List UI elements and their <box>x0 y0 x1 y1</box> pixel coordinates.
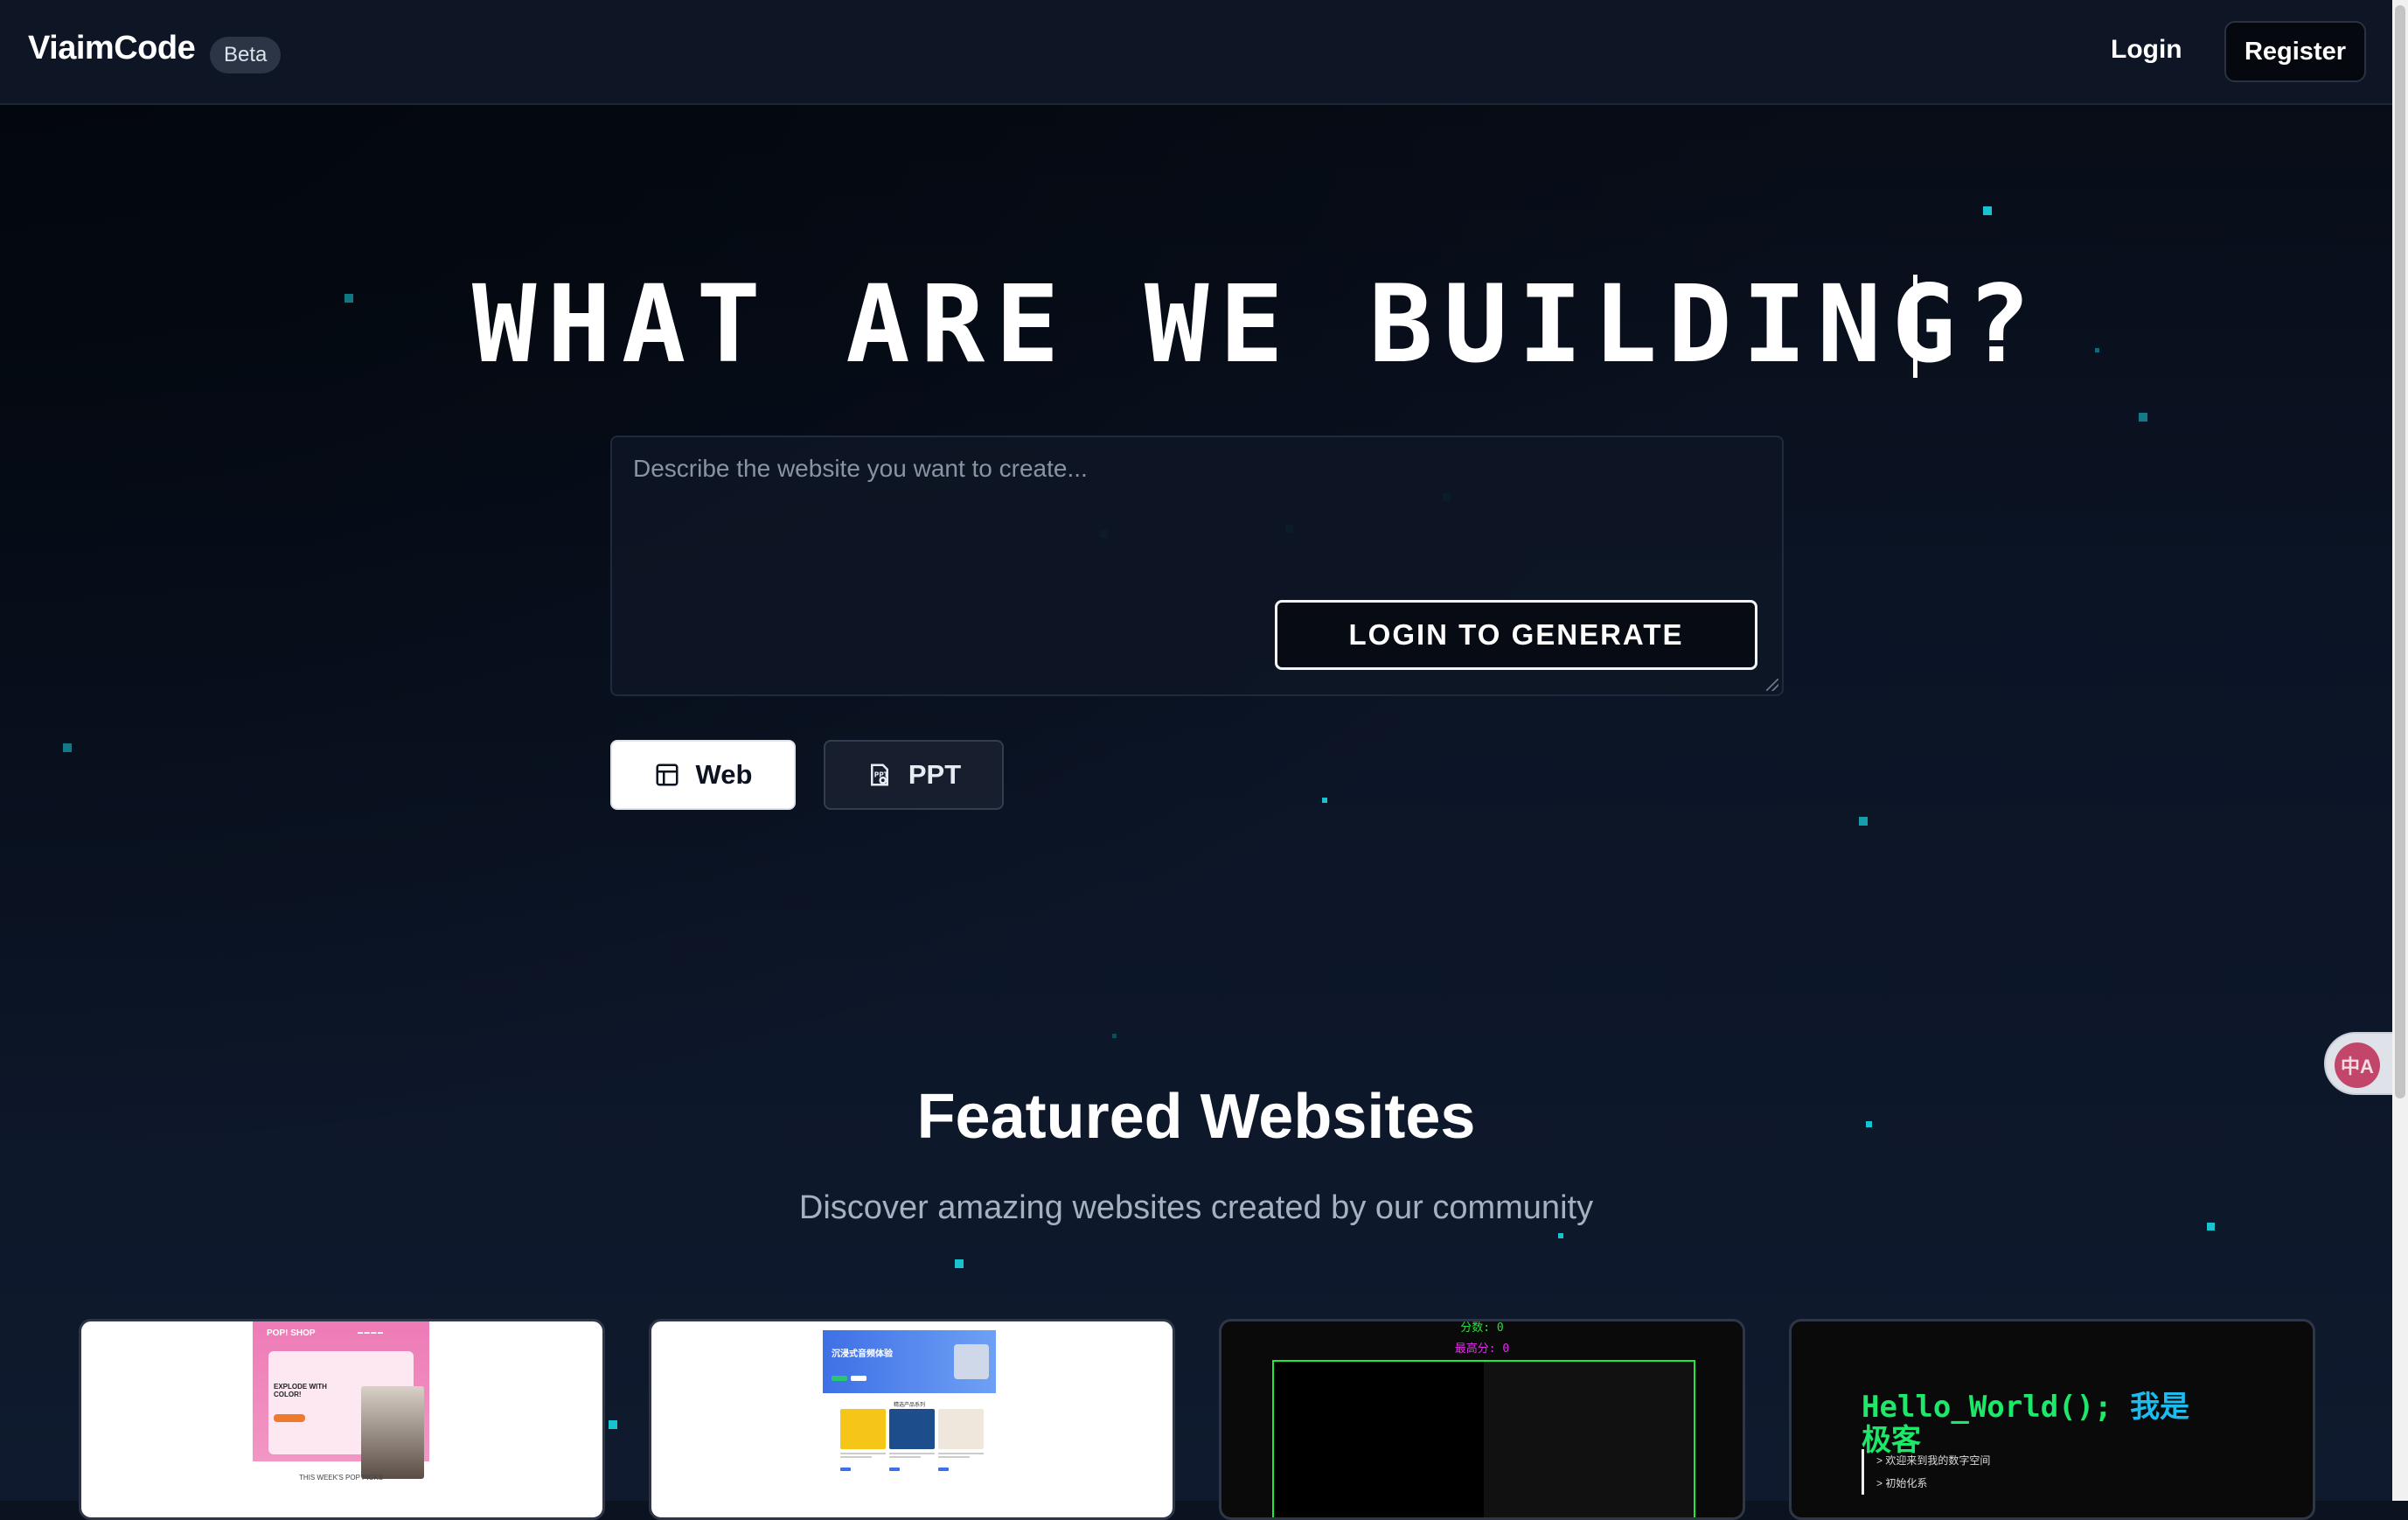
thumbnail-cta <box>274 1414 305 1422</box>
presentation-file-icon: PPT <box>870 763 889 786</box>
particle <box>1983 206 1992 215</box>
particle <box>955 1259 964 1268</box>
login-to-generate-button[interactable]: LOGIN TO GENERATE <box>1275 600 1757 670</box>
top-navbar: ViaimCode Beta Login Register <box>0 0 2392 105</box>
thumbnail-hero-text: EXPLODE WITH COLOR! <box>274 1383 327 1398</box>
register-button[interactable]: Register <box>2224 21 2366 82</box>
thumbnail-caption: THIS WEEK'S POP PICKS <box>298 1474 384 1482</box>
thumbnail-hero <box>268 1351 424 1479</box>
thumbnail-banner-button <box>851 1376 866 1381</box>
thumbnail-photo <box>361 1386 424 1479</box>
thumbnail-product <box>889 1409 935 1449</box>
mode-ppt-button[interactable]: PPT PPT <box>824 740 1004 810</box>
thumbnail-product-info <box>938 1453 984 1471</box>
thumbnail-game-area <box>1274 1362 1484 1517</box>
thumbnail-terminal-line: > 初始化系 <box>1876 1477 1928 1489</box>
thumbnail-product-info <box>889 1453 935 1471</box>
featured-card-game[interactable]: 分数: 0 最高分: 0 <box>1219 1319 1745 1520</box>
thumbnail-nav: ▬ ▬ ▬ ▬ <box>358 1330 384 1335</box>
thumbnail-section-title: 精选产品系列 <box>893 1403 925 1408</box>
thumbnail-hello-cn: 我是 <box>2130 1390 2190 1425</box>
thumbnail-product-info <box>840 1453 886 1471</box>
thumbnail-logo: POP! SHOP <box>267 1328 316 1338</box>
hero-title: WHAT ARE WE BUILDING? <box>472 262 2042 387</box>
particle <box>1112 1034 1117 1038</box>
particle <box>344 294 353 303</box>
featured-subtitle: Discover amazing websites created by our… <box>798 1189 1594 1226</box>
scrollbar[interactable] <box>2392 0 2408 1501</box>
layout-icon <box>656 763 679 786</box>
mode-web-label: Web <box>695 759 753 790</box>
thumbnail-terminal-line: > 欢迎来到我的数字空间 <box>1876 1454 1991 1467</box>
mode-ppt-label: PPT <box>908 759 962 790</box>
thumbnail-banner-title: 沉浸式音频体验 <box>832 1349 893 1359</box>
thumbnail-score: 分数: 0 <box>1460 1321 1504 1335</box>
brand-logo[interactable]: ViaimCode <box>28 30 196 67</box>
translate-button[interactable]: 中A <box>2324 1032 2398 1095</box>
particle <box>2095 348 2099 352</box>
thumbnail-banner-button <box>832 1376 847 1381</box>
particle <box>2139 413 2147 422</box>
featured-title: Featured Websites <box>916 1082 1476 1152</box>
thumbnail-terminal: > 欢迎来到我的数字空间 > 初始化系 <box>1862 1449 1990 1495</box>
thumbnail-banner: 沉浸式音频体验 <box>823 1330 996 1393</box>
translate-icon: 中A <box>2335 1042 2380 1088</box>
particle <box>1322 798 1327 803</box>
mode-web-button[interactable]: Web <box>610 740 796 810</box>
thumbnail-high-score: 最高分: 0 <box>1454 1342 1510 1356</box>
beta-badge: Beta <box>210 37 282 73</box>
thumbnail-product-image <box>954 1344 989 1379</box>
particle <box>63 743 72 752</box>
thumbnail-product <box>840 1409 886 1449</box>
featured-card-pop-shop[interactable]: POP! SHOP ▬ ▬ ▬ ▬ EXPLODE WITH COLOR! TH… <box>79 1319 605 1520</box>
typing-caret <box>1913 275 1917 378</box>
scrollbar-thumb[interactable] <box>2395 5 2405 1098</box>
thumbnail-header: POP! SHOP ▬ ▬ ▬ ▬ EXPLODE WITH COLOR! <box>253 1321 429 1479</box>
particle <box>1859 817 1868 826</box>
particle <box>1558 1233 1563 1238</box>
resize-handle[interactable] <box>1766 679 1778 691</box>
thumbnail-game-board <box>1272 1360 1695 1517</box>
particle <box>609 1420 617 1429</box>
featured-card-audio-store[interactable]: 沉浸式音频体验 精选产品系列 <box>649 1319 1175 1520</box>
page-background <box>0 0 2392 1501</box>
thumbnail-product <box>938 1409 984 1449</box>
login-link[interactable]: Login <box>2111 35 2182 65</box>
featured-card-terminal[interactable]: Hello_World(); 我是 极客 > 欢迎来到我的数字空间 > 初始化系 <box>1789 1319 2315 1520</box>
